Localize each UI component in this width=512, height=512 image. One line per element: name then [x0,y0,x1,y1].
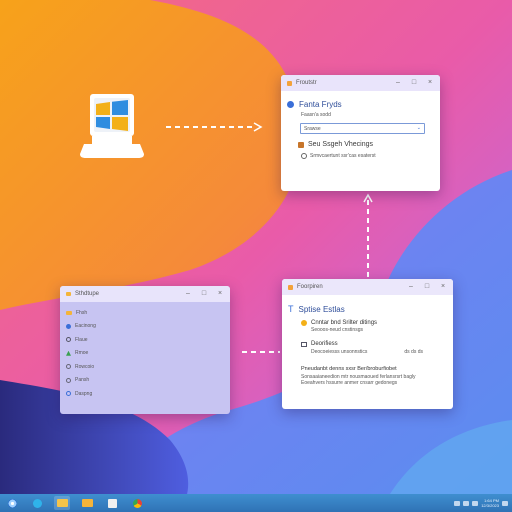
window-title: Froutstr [296,80,317,86]
close-button[interactable]: × [426,79,434,87]
nav-item-2[interactable]: Eacinong [66,320,96,334]
top-window-titlebar[interactable]: Froutstr – □ × [281,75,440,91]
chrome-button[interactable] [129,496,145,510]
window-title: Sthdtupe [75,291,100,297]
search-icon [301,153,307,159]
maximize-button[interactable]: □ [423,283,431,291]
nav-item-3[interactable]: Flaue [66,333,96,347]
store-button[interactable] [104,496,120,510]
gear-icon [66,337,71,343]
file-explorer-icon [56,499,68,507]
nav-item-7[interactable]: Daspng [66,387,96,401]
edge-button[interactable] [29,496,45,510]
lock-icon [298,141,304,148]
dropdown-value: Srawse [304,126,321,132]
dropdown[interactable]: Srawse ⌄ [300,123,425,134]
folder-icon [66,310,72,315]
file-explorer-button[interactable] [54,496,70,510]
clock-date: 12/3/2023 [481,503,499,508]
row2-values: ds ds ds [404,349,423,355]
section-title: Seu Ssgeh Vhecings [308,141,373,148]
system-tray[interactable]: 1:64 PM 12/3/2023 [454,498,508,508]
info-icon [287,101,294,108]
folder-icon [66,292,71,296]
nav-item-4[interactable]: Rmoe [66,347,96,361]
folder-icon [81,499,93,507]
close-button[interactable]: × [439,283,447,291]
network-icon [454,500,461,506]
battery-icon [472,500,479,506]
edge-icon [32,498,42,508]
start-button[interactable] [4,496,20,510]
top-window[interactable]: Froutstr – □ × Fanta Fryds Faasn'a sodd … [281,75,440,191]
minimize-button[interactable]: – [394,79,402,87]
windows-laptop-icon[interactable] [78,92,146,162]
window-title: Foorpiren [297,284,323,290]
nav-item-6[interactable]: Pansh [66,374,96,388]
explorer-nav-list: Fhsh Eacinong Flaue Rmoe Rowcoio Pansh D… [66,306,96,401]
volume-icon [463,500,470,506]
chrome-icon [132,498,142,508]
settings-icon [66,364,71,370]
explorer-window[interactable]: Sthdtupe – □ × Fhsh Eacinong Flaue Rmoe … [60,286,230,414]
display-icon [301,341,307,347]
notification-icon [502,500,508,506]
start-icon [7,498,17,508]
minimize-button[interactable]: – [407,283,415,291]
connector-arrow-vertical [363,193,373,278]
nav-item-5[interactable]: Rowcoio [66,360,96,374]
sun-icon [301,320,307,326]
app-icon [288,284,293,290]
app-icon [287,80,292,86]
setting-row-1[interactable]: Cnntar bnd Srilter ditings Seooos-neud c… [301,320,377,333]
text-icon: T [288,304,294,314]
heading: Fanta Fryds [299,100,342,109]
maximize-button[interactable]: □ [410,79,418,87]
taskbar: 1:64 PM 12/3/2023 [0,494,512,512]
chevron-down-icon: ⌄ [416,125,421,131]
subtitle: Faasn'a sodd [301,112,331,118]
globe-icon [66,323,71,329]
connector-arrow-top [166,122,263,132]
clock-icon [66,377,71,383]
minimize-button[interactable]: – [184,290,192,298]
heading: Sptise Estlas [298,305,345,314]
tree-icon [66,350,71,356]
connector-arrow-bottom [242,351,280,353]
power-icon [66,391,71,397]
close-button[interactable]: × [216,290,224,298]
maximize-button[interactable]: □ [200,290,208,298]
setting-row-2[interactable]: Deorifiess Deocoeiesss unsonnstics ds ds… [301,341,447,355]
folder-button[interactable] [79,496,95,510]
paragraph-line-2: Eoeahvers hssurre anmer cnsarr gedonegs [301,380,398,386]
section-text: Srmvcaertunt ssr'cas esaterst [310,153,376,159]
nav-item-1[interactable]: Fhsh [66,306,96,320]
store-icon [107,498,117,508]
explorer-titlebar[interactable]: Sthdtupe – □ × [60,286,230,302]
settings-titlebar[interactable]: Foorpiren – □ × [282,279,453,295]
paragraph-title: Pneudanbt denns sxsr Ber/broburfiobet [301,366,397,372]
settings-window[interactable]: Foorpiren – □ × T Sptise Estlas Cnntar b… [282,279,453,409]
